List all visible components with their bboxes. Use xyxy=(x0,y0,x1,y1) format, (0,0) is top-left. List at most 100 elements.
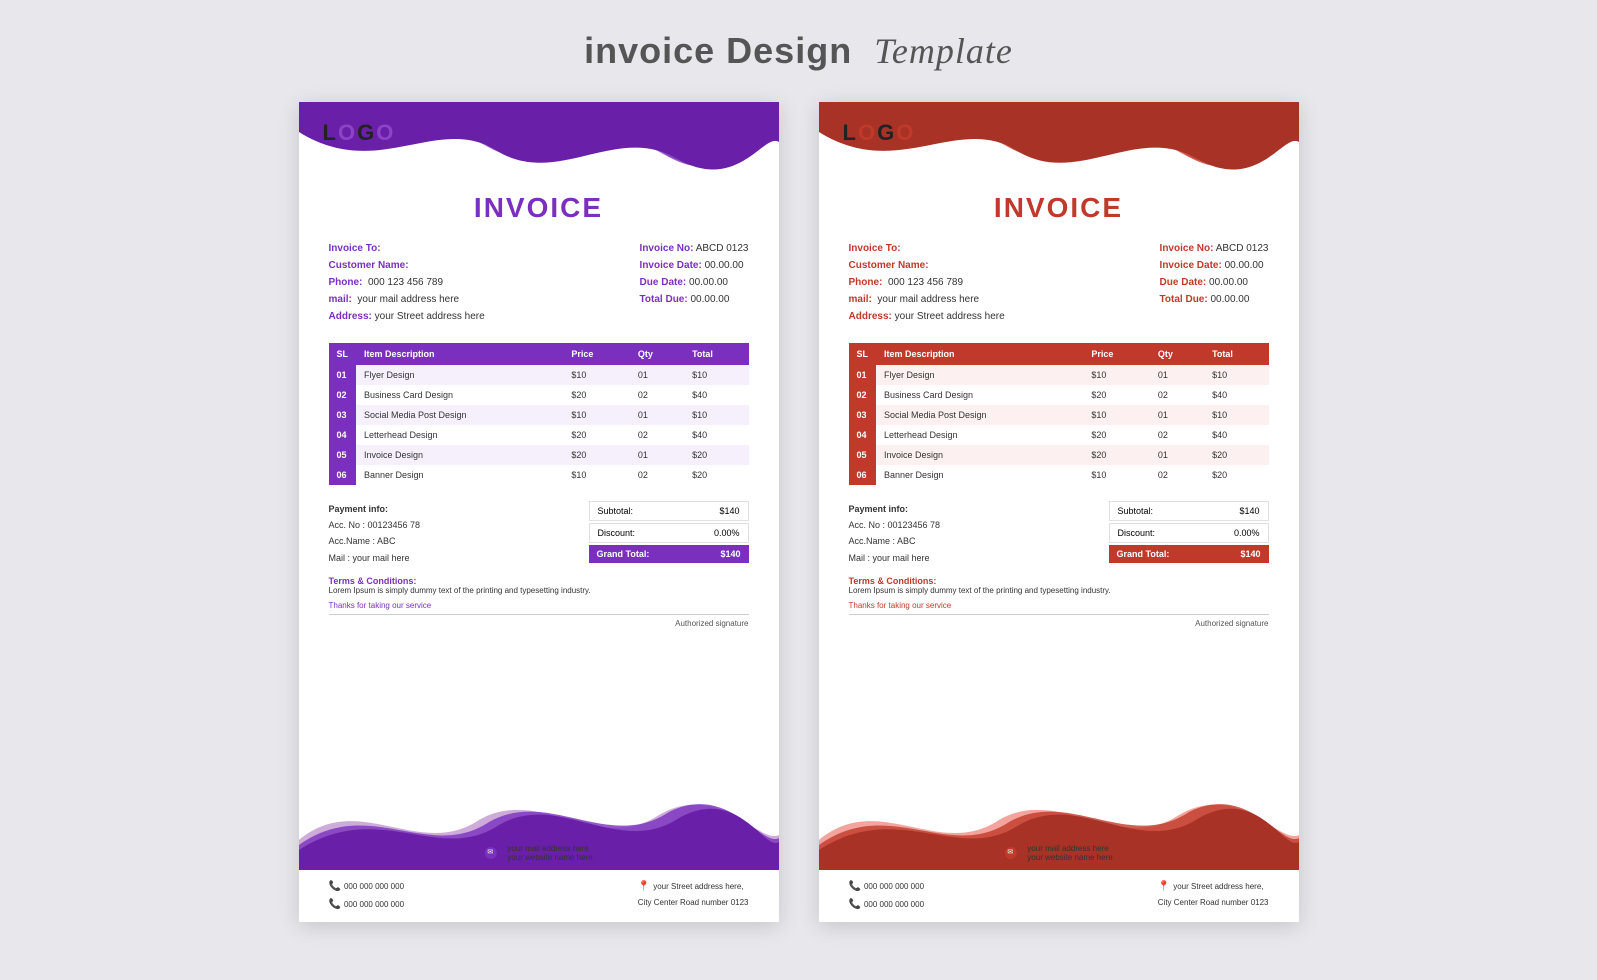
red-info-right: Invoice No: ABCD 0123 Invoice Date: 00.0… xyxy=(1160,240,1269,325)
purple-invoice-table: SL Item Description Price Qty Total 01 F… xyxy=(329,343,749,485)
invoices-container: LOGO INVOICE Invoice To: Customer Name: … xyxy=(299,102,1299,922)
price-cell: $10 xyxy=(1083,465,1150,485)
red-payment-right: Subtotal: $140 Discount: 0.00% Grand Tot… xyxy=(1109,501,1269,563)
sl-cell: 03 xyxy=(849,405,877,425)
red-invoice-info: Invoice To: Customer Name: Phone: 000 12… xyxy=(849,240,1269,325)
desc-cell: Business Card Design xyxy=(876,385,1083,405)
table-row: 03 Social Media Post Design $10 01 $10 xyxy=(849,405,1269,425)
purple-footer-phone: 📞000 000 000 000 📞000 000 000 000 xyxy=(329,878,405,914)
total-cell: $20 xyxy=(1204,465,1268,485)
total-cell: $20 xyxy=(684,465,748,485)
red-th-total: Total xyxy=(1204,343,1268,365)
red-footer-address: 📍your Street address here, City Center R… xyxy=(1158,878,1269,914)
purple-th-sl: SL xyxy=(329,343,357,365)
price-cell: $20 xyxy=(563,425,630,445)
purple-invoice-card: LOGO INVOICE Invoice To: Customer Name: … xyxy=(299,102,779,922)
purple-th-qty: Qty xyxy=(630,343,684,365)
desc-cell: Business Card Design xyxy=(356,385,563,405)
purple-invoice-title: INVOICE xyxy=(329,192,749,224)
total-cell: $10 xyxy=(1204,405,1268,425)
purple-logo: LOGO xyxy=(323,120,396,146)
red-footer-phone: 📞000 000 000 000 📞000 000 000 000 xyxy=(849,878,925,914)
red-invoice-card: LOGO INVOICE Invoice To: Customer Name: … xyxy=(819,102,1299,922)
price-cell: $10 xyxy=(563,465,630,485)
red-info-left: Invoice To: Customer Name: Phone: 000 12… xyxy=(849,240,1005,325)
price-cell: $10 xyxy=(563,365,630,385)
purple-wave-top: LOGO xyxy=(299,102,779,192)
price-cell: $10 xyxy=(563,405,630,425)
purple-th-desc: Item Description xyxy=(356,343,563,365)
red-th-qty: Qty xyxy=(1150,343,1204,365)
purple-thanks: Thanks for taking our service xyxy=(329,601,749,610)
purple-th-total: Total xyxy=(684,343,748,365)
desc-cell: Social Media Post Design xyxy=(356,405,563,425)
red-invoice-title: INVOICE xyxy=(849,192,1269,224)
table-row: 01 Flyer Design $10 01 $10 xyxy=(329,365,749,385)
price-cell: $20 xyxy=(1083,425,1150,445)
sl-cell: 04 xyxy=(849,425,877,445)
sl-cell: 06 xyxy=(329,465,357,485)
table-row: 02 Business Card Design $20 02 $40 xyxy=(849,385,1269,405)
purple-footer-info: 📞000 000 000 000 📞000 000 000 000 📍your … xyxy=(299,870,779,922)
red-payment-left: Payment info: Acc. No : 00123456 78 Acc.… xyxy=(849,501,941,566)
total-cell: $20 xyxy=(1204,445,1268,465)
desc-cell: Letterhead Design xyxy=(876,425,1083,445)
table-row: 03 Social Media Post Design $10 01 $10 xyxy=(329,405,749,425)
title-script: Template xyxy=(874,31,1013,71)
red-footer-email: your mail address here your website name… xyxy=(1027,844,1112,862)
purple-th-price: Price xyxy=(563,343,630,365)
qty-cell: 01 xyxy=(1150,365,1204,385)
purple-payment-left: Payment info: Acc. No : 00123456 78 Acc.… xyxy=(329,501,421,566)
price-cell: $20 xyxy=(1083,385,1150,405)
purple-invoice-info: Invoice To: Customer Name: Phone: 000 12… xyxy=(329,240,749,325)
table-row: 06 Banner Design $10 02 $20 xyxy=(329,465,749,485)
red-payment-section: Payment info: Acc. No : 00123456 78 Acc.… xyxy=(849,501,1269,566)
price-cell: $10 xyxy=(1083,365,1150,385)
red-subtotal-row: Subtotal: $140 xyxy=(1109,501,1269,521)
sl-cell: 02 xyxy=(329,385,357,405)
purple-subtotal-row: Subtotal: $140 xyxy=(589,501,749,521)
desc-cell: Flyer Design xyxy=(876,365,1083,385)
desc-cell: Letterhead Design xyxy=(356,425,563,445)
purple-info-right: Invoice No: ABCD 0123 Invoice Date: 00.0… xyxy=(640,240,749,325)
red-th-desc: Item Description xyxy=(876,343,1083,365)
red-discount-row: Discount: 0.00% xyxy=(1109,523,1269,543)
purple-info-left: Invoice To: Customer Name: Phone: 000 12… xyxy=(329,240,485,325)
sl-cell: 06 xyxy=(849,465,877,485)
total-cell: $40 xyxy=(1204,385,1268,405)
price-cell: $20 xyxy=(563,385,630,405)
total-cell: $20 xyxy=(684,445,748,465)
qty-cell: 01 xyxy=(630,365,684,385)
qty-cell: 02 xyxy=(1150,425,1204,445)
total-cell: $10 xyxy=(684,405,748,425)
qty-cell: 01 xyxy=(630,405,684,425)
red-invoice-body: INVOICE Invoice To: Customer Name: Phone… xyxy=(819,192,1299,780)
qty-cell: 01 xyxy=(630,445,684,465)
table-row: 04 Letterhead Design $20 02 $40 xyxy=(329,425,749,445)
table-row: 04 Letterhead Design $20 02 $40 xyxy=(849,425,1269,445)
total-cell: $40 xyxy=(1204,425,1268,445)
page-title: invoice Design Template xyxy=(584,30,1013,72)
qty-cell: 02 xyxy=(630,385,684,405)
desc-cell: Banner Design xyxy=(356,465,563,485)
qty-cell: 02 xyxy=(1150,465,1204,485)
red-th-price: Price xyxy=(1083,343,1150,365)
sl-cell: 05 xyxy=(329,445,357,465)
red-footer-info: 📞000 000 000 000 📞000 000 000 000 📍your … xyxy=(819,870,1299,922)
price-cell: $10 xyxy=(1083,405,1150,425)
desc-cell: Social Media Post Design xyxy=(876,405,1083,425)
desc-cell: Invoice Design xyxy=(356,445,563,465)
purple-footer-address: 📍your Street address here, City Center R… xyxy=(638,878,749,914)
price-cell: $20 xyxy=(1083,445,1150,465)
red-logo: LOGO xyxy=(843,120,916,146)
total-cell: $10 xyxy=(684,365,748,385)
red-wave-bottom: ✉ your mail address here your website na… xyxy=(819,780,1299,870)
table-row: 05 Invoice Design $20 01 $20 xyxy=(329,445,749,465)
red-thanks: Thanks for taking our service xyxy=(849,601,1269,610)
purple-discount-row: Discount: 0.00% xyxy=(589,523,749,543)
qty-cell: 01 xyxy=(1150,445,1204,465)
red-invoice-table: SL Item Description Price Qty Total 01 F… xyxy=(849,343,1269,485)
sl-cell: 05 xyxy=(849,445,877,465)
purple-footer-email: your mail address here your website name… xyxy=(507,844,592,862)
purple-mail-icon: ✉ xyxy=(484,847,496,859)
